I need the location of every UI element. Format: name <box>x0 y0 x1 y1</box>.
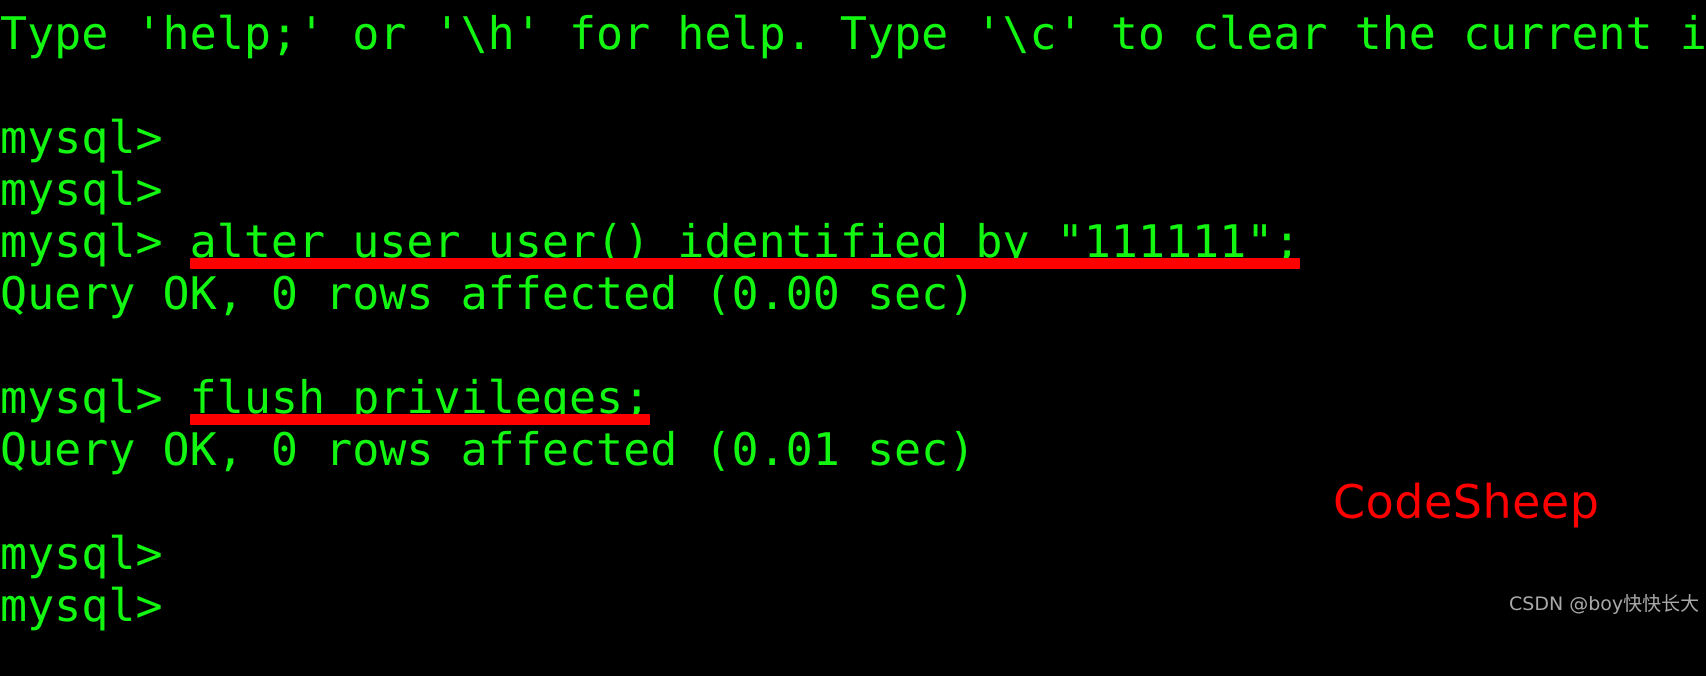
csdn-watermark: CSDN @boy快快长大 <box>1509 593 1700 615</box>
terminal-line-prompt-1: mysql> <box>0 111 163 164</box>
annotation-underline-flush-privileges <box>190 414 650 425</box>
terminal-screenshot: Type 'help;' or '\h' for help. Type '\c'… <box>0 0 1706 676</box>
terminal-line-prompt-2: mysql> <box>0 163 163 216</box>
annotation-underline-alter-user <box>190 258 1300 269</box>
terminal-output[interactable]: Type 'help;' or '\h' for help. Type '\c'… <box>0 0 1706 676</box>
terminal-line-prompt-3: mysql> <box>0 527 163 580</box>
terminal-line-result-alter-user: Query OK, 0 rows affected (0.00 sec) <box>0 267 976 320</box>
terminal-line-prompt-4: mysql> <box>0 579 163 632</box>
terminal-line-result-flush: Query OK, 0 rows affected (0.01 sec) <box>0 423 976 476</box>
terminal-line-help-banner: Type 'help;' or '\h' for help. Type '\c'… <box>0 7 1706 60</box>
codesheep-watermark: CodeSheep <box>1333 475 1600 529</box>
